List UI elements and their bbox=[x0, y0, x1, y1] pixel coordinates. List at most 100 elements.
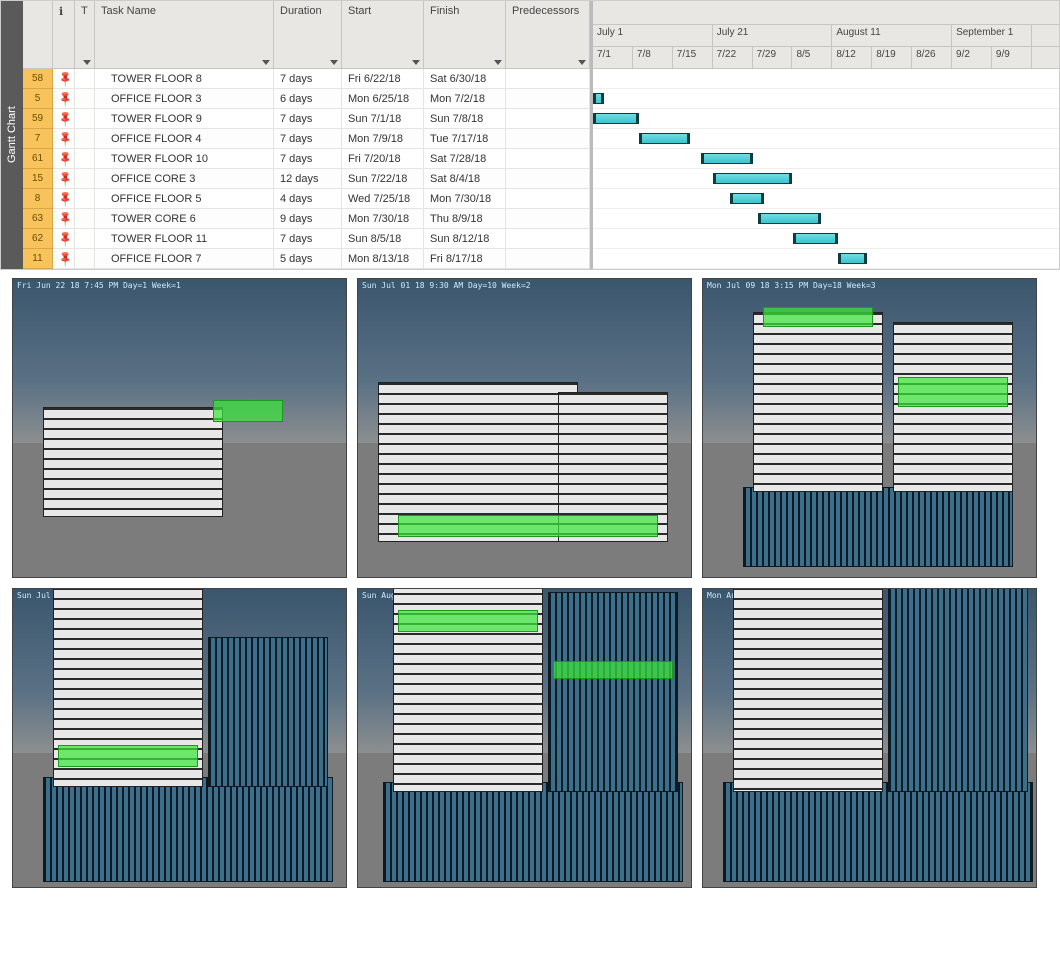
duration-cell[interactable]: 9 days bbox=[274, 209, 342, 229]
start-cell[interactable]: Mon 8/13/18 bbox=[342, 249, 424, 269]
start-cell[interactable]: Wed 7/25/18 bbox=[342, 189, 424, 209]
dropdown-icon[interactable] bbox=[578, 60, 586, 65]
gantt-bar[interactable] bbox=[593, 113, 639, 124]
gantt-bar[interactable] bbox=[730, 193, 764, 204]
task-name-cell[interactable]: OFFICE FLOOR 3 bbox=[95, 89, 274, 109]
row-number[interactable]: 5 bbox=[23, 89, 53, 109]
table-row[interactable]: 📌OFFICE FLOOR 54 daysWed 7/25/18Mon 7/30… bbox=[53, 189, 590, 209]
gantt-bar[interactable] bbox=[793, 233, 839, 244]
predecessors-cell[interactable] bbox=[506, 129, 590, 149]
finish-cell[interactable]: Sun 7/8/18 bbox=[424, 109, 506, 129]
gantt-bar[interactable] bbox=[838, 253, 867, 264]
table-row[interactable]: 📌TOWER FLOOR 117 daysSun 8/5/18Sun 8/12/… bbox=[53, 229, 590, 249]
row-number[interactable]: 62 bbox=[23, 229, 53, 249]
duration-cell[interactable]: 7 days bbox=[274, 149, 342, 169]
gantt-bar[interactable] bbox=[593, 93, 604, 104]
predecessors-cell[interactable] bbox=[506, 149, 590, 169]
predecessors-cell[interactable] bbox=[506, 249, 590, 269]
col-start[interactable]: Start bbox=[342, 1, 424, 69]
gantt-chart[interactable]: July 1July 21August 11September 1 7/17/8… bbox=[593, 1, 1059, 269]
timescale-day: 7/8 bbox=[633, 47, 673, 68]
predecessors-cell[interactable] bbox=[506, 209, 590, 229]
duration-cell[interactable]: 7 days bbox=[274, 109, 342, 129]
table-row[interactable]: 📌TOWER CORE 69 daysMon 7/30/18Thu 8/9/18 bbox=[53, 209, 590, 229]
col-id[interactable]: T bbox=[75, 1, 95, 69]
col-predecessors[interactable]: Predecessors bbox=[506, 1, 590, 69]
task-name-cell[interactable]: TOWER FLOOR 9 bbox=[95, 109, 274, 129]
predecessors-cell[interactable] bbox=[506, 109, 590, 129]
duration-cell[interactable]: 7 days bbox=[274, 229, 342, 249]
task-name-cell[interactable]: TOWER CORE 6 bbox=[95, 209, 274, 229]
predecessors-cell[interactable] bbox=[506, 169, 590, 189]
finish-cell[interactable]: Tue 7/17/18 bbox=[424, 129, 506, 149]
duration-cell[interactable]: 7 days bbox=[274, 129, 342, 149]
task-name-cell[interactable]: TOWER FLOOR 11 bbox=[95, 229, 274, 249]
start-cell[interactable]: Mon 7/9/18 bbox=[342, 129, 424, 149]
finish-cell[interactable]: Thu 8/9/18 bbox=[424, 209, 506, 229]
start-cell[interactable]: Fri 6/22/18 bbox=[342, 69, 424, 89]
row-number[interactable]: 8 bbox=[23, 189, 53, 209]
dropdown-icon[interactable] bbox=[330, 60, 338, 65]
predecessors-cell[interactable] bbox=[506, 189, 590, 209]
task-name-cell[interactable]: TOWER FLOOR 10 bbox=[95, 149, 274, 169]
dropdown-icon[interactable] bbox=[494, 60, 502, 65]
col-duration[interactable]: Duration bbox=[274, 1, 342, 69]
start-cell[interactable]: Fri 7/20/18 bbox=[342, 149, 424, 169]
finish-cell[interactable]: Sat 7/28/18 bbox=[424, 149, 506, 169]
dropdown-icon[interactable] bbox=[83, 60, 91, 65]
row-number[interactable]: 63 bbox=[23, 209, 53, 229]
predecessors-cell[interactable] bbox=[506, 229, 590, 249]
table-row[interactable]: 📌OFFICE FLOOR 75 daysMon 8/13/18Fri 8/17… bbox=[53, 249, 590, 269]
start-cell[interactable]: Mon 6/25/18 bbox=[342, 89, 424, 109]
col-task-name[interactable]: Task Name bbox=[95, 1, 274, 69]
finish-cell[interactable]: Mon 7/30/18 bbox=[424, 189, 506, 209]
finish-cell[interactable]: Sun 8/12/18 bbox=[424, 229, 506, 249]
finish-cell[interactable]: Sat 6/30/18 bbox=[424, 69, 506, 89]
task-name-cell[interactable]: OFFICE FLOOR 7 bbox=[95, 249, 274, 269]
row-number[interactable]: 58 bbox=[23, 69, 53, 89]
render-panel: Sun Jul 22 18 11:00 AM Day=31 Week=5 bbox=[12, 588, 347, 888]
task-name-cell[interactable]: OFFICE CORE 3 bbox=[95, 169, 274, 189]
duration-cell[interactable]: 5 days bbox=[274, 249, 342, 269]
table-row[interactable]: 📌OFFICE FLOOR 36 daysMon 6/25/18Mon 7/2/… bbox=[53, 89, 590, 109]
col-finish[interactable]: Finish bbox=[424, 1, 506, 69]
task-name-cell[interactable]: OFFICE FLOOR 4 bbox=[95, 129, 274, 149]
row-number[interactable]: 59 bbox=[23, 109, 53, 129]
predecessors-cell[interactable] bbox=[506, 89, 590, 109]
gantt-side-tab[interactable]: Gantt Chart bbox=[1, 1, 23, 269]
timescale-day: 7/15 bbox=[673, 47, 713, 68]
dropdown-icon[interactable] bbox=[412, 60, 420, 65]
table-row[interactable]: 📌OFFICE CORE 312 daysSun 7/22/18Sat 8/4/… bbox=[53, 169, 590, 189]
finish-cell[interactable]: Mon 7/2/18 bbox=[424, 89, 506, 109]
row-number[interactable]: 11 bbox=[23, 249, 53, 269]
start-cell[interactable]: Sun 7/1/18 bbox=[342, 109, 424, 129]
duration-cell[interactable]: 7 days bbox=[274, 69, 342, 89]
table-row[interactable]: 📌TOWER FLOOR 87 daysFri 6/22/18Sat 6/30/… bbox=[53, 69, 590, 89]
gantt-bar[interactable] bbox=[713, 173, 793, 184]
table-row[interactable]: 📌TOWER FLOOR 107 daysFri 7/20/18Sat 7/28… bbox=[53, 149, 590, 169]
gantt-bar[interactable] bbox=[701, 153, 752, 164]
dropdown-icon[interactable] bbox=[262, 60, 270, 65]
row-number[interactable]: 61 bbox=[23, 149, 53, 169]
finish-cell[interactable]: Sat 8/4/18 bbox=[424, 169, 506, 189]
timescale-day: 9/2 bbox=[952, 47, 992, 68]
gantt-bar-area[interactable] bbox=[593, 69, 1059, 269]
col-task-mode[interactable]: ℹ bbox=[53, 1, 75, 69]
table-row[interactable]: 📌TOWER FLOOR 97 daysSun 7/1/18Sun 7/8/18 bbox=[53, 109, 590, 129]
start-cell[interactable]: Sun 8/5/18 bbox=[342, 229, 424, 249]
table-row[interactable]: 📌OFFICE FLOOR 47 daysMon 7/9/18Tue 7/17/… bbox=[53, 129, 590, 149]
gantt-row bbox=[593, 189, 1059, 209]
duration-cell[interactable]: 4 days bbox=[274, 189, 342, 209]
gantt-bar[interactable] bbox=[758, 213, 821, 224]
finish-cell[interactable]: Fri 8/17/18 bbox=[424, 249, 506, 269]
duration-cell[interactable]: 6 days bbox=[274, 89, 342, 109]
duration-cell[interactable]: 12 days bbox=[274, 169, 342, 189]
row-number[interactable]: 7 bbox=[23, 129, 53, 149]
start-cell[interactable]: Sun 7/22/18 bbox=[342, 169, 424, 189]
start-cell[interactable]: Mon 7/30/18 bbox=[342, 209, 424, 229]
gantt-bar[interactable] bbox=[639, 133, 690, 144]
predecessors-cell[interactable] bbox=[506, 69, 590, 89]
task-name-cell[interactable]: TOWER FLOOR 8 bbox=[95, 69, 274, 89]
row-number[interactable]: 15 bbox=[23, 169, 53, 189]
task-name-cell[interactable]: OFFICE FLOOR 5 bbox=[95, 189, 274, 209]
